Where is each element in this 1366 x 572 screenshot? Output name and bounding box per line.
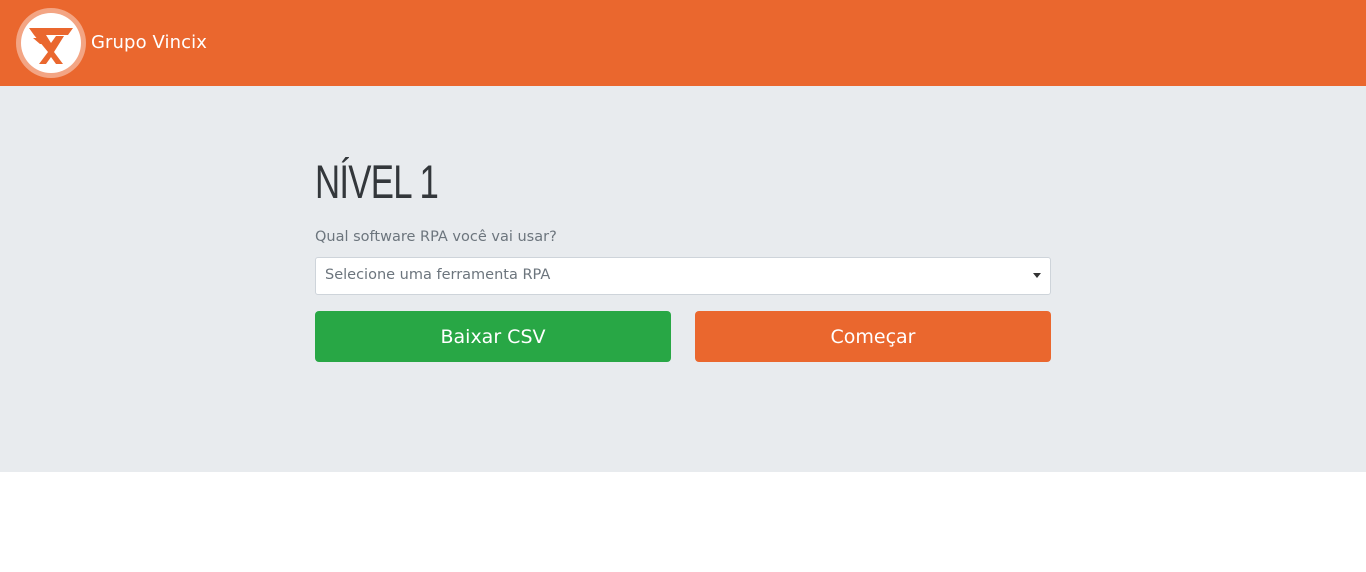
download-csv-button[interactable]: Baixar CSV: [315, 311, 671, 362]
main-panel: NÍVEL 1 Qual software RPA você vai usar?…: [0, 86, 1366, 472]
caret-down-icon: [1033, 273, 1041, 278]
rpa-tool-select[interactable]: Selecione uma ferramenta RPA: [315, 257, 1051, 295]
page-title: NÍVEL 1: [315, 155, 439, 208]
rpa-question-label: Qual software RPA você vai usar?: [315, 229, 557, 245]
top-navbar: Grupo Vincix: [0, 0, 1366, 86]
rpa-tool-select-placeholder: Selecione uma ferramenta RPA: [325, 267, 551, 283]
vincix-logo-icon: [16, 8, 86, 78]
brand-home-link[interactable]: Grupo Vincix: [16, 8, 207, 78]
start-button[interactable]: Começar: [695, 311, 1051, 362]
brand-name: Grupo Vincix: [91, 31, 207, 53]
